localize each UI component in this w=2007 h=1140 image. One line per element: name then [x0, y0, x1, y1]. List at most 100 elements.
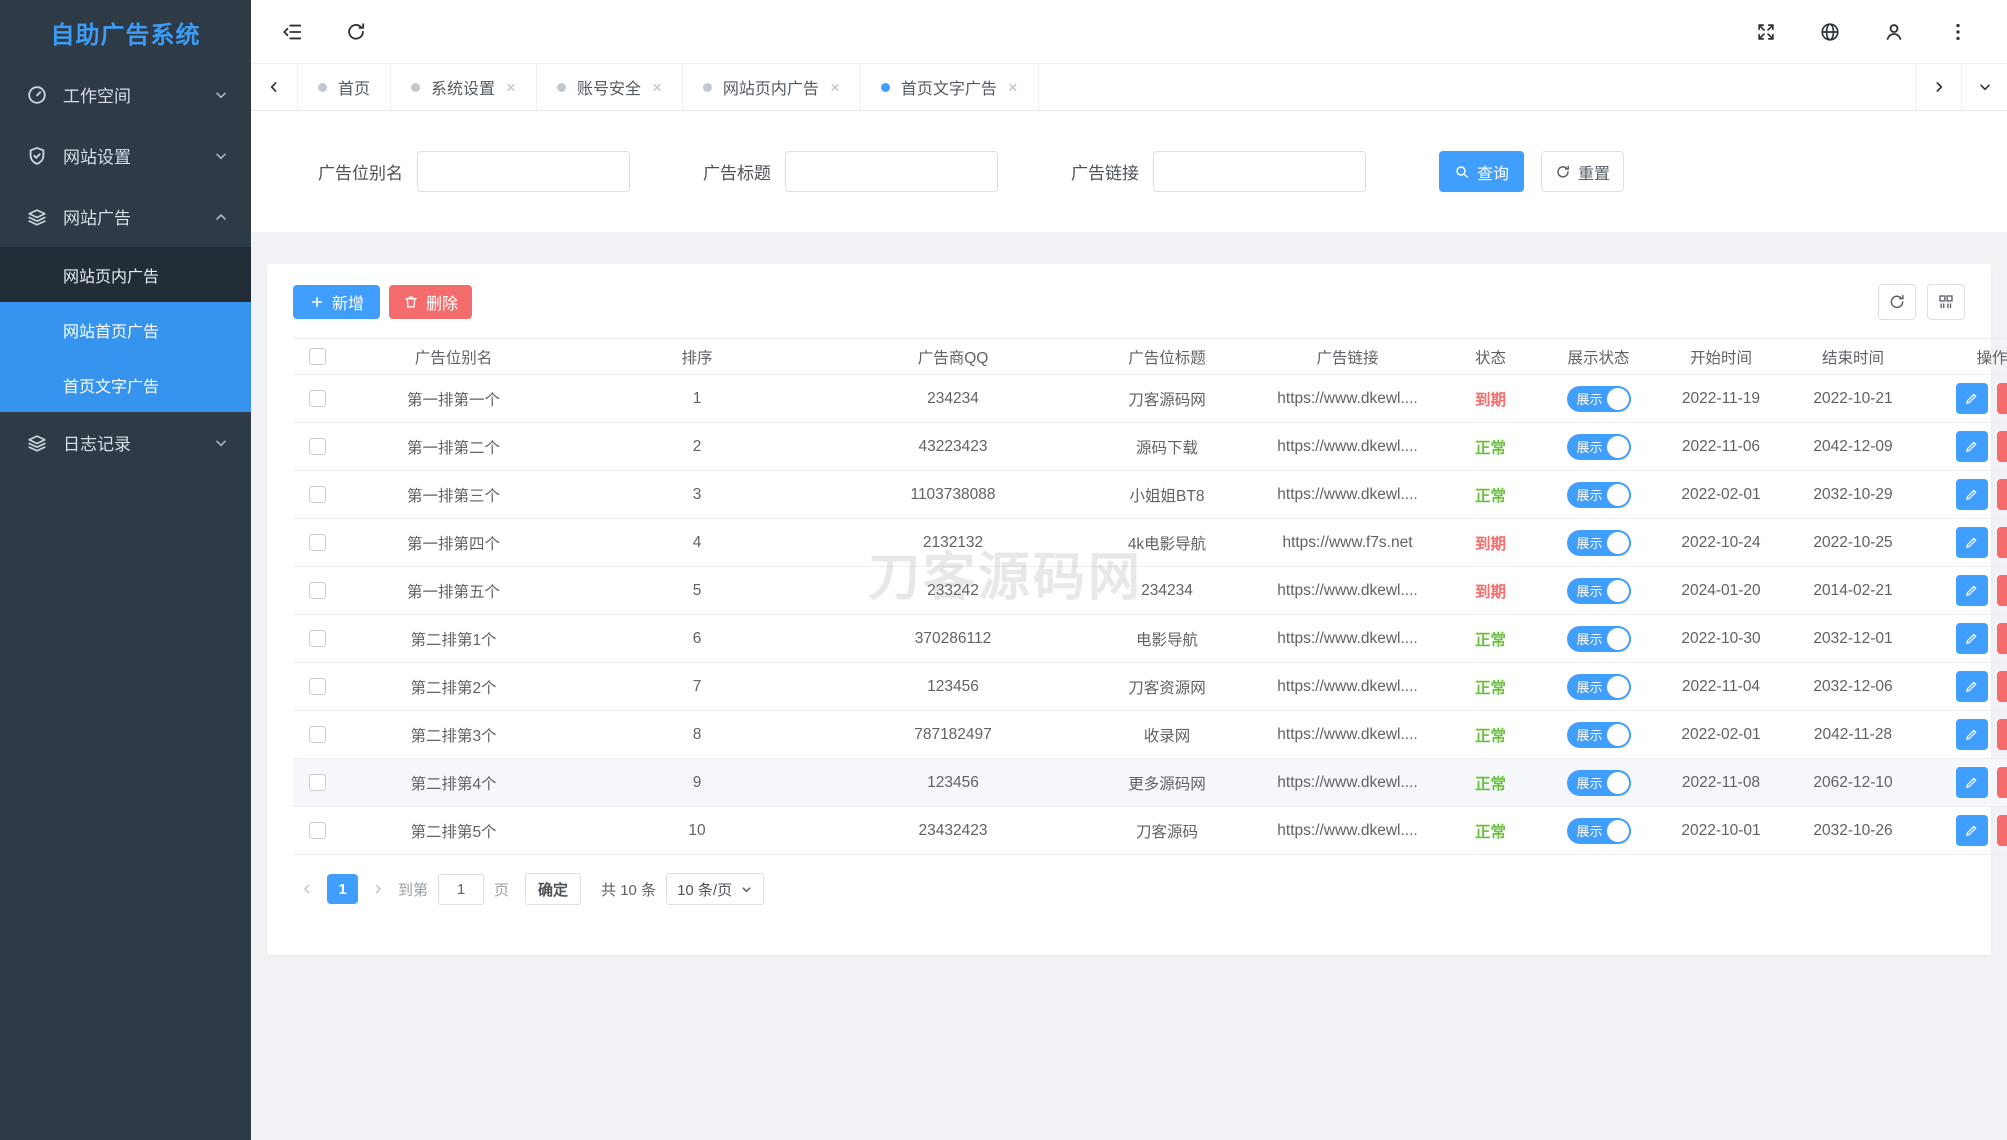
tab[interactable]: 网站页内广告: [683, 64, 861, 110]
tab-close-icon[interactable]: [830, 79, 840, 96]
query-button[interactable]: 查询: [1439, 151, 1524, 192]
cell-start-date: 2022-11-06: [1655, 423, 1787, 471]
collapse-sidebar-icon[interactable]: [281, 20, 305, 44]
plus-icon: [309, 294, 325, 310]
fullscreen-icon[interactable]: [1755, 20, 1779, 44]
delete-button[interactable]: [1997, 671, 2007, 702]
row-checkbox[interactable]: [309, 486, 326, 503]
add-button[interactable]: 新增: [293, 285, 380, 319]
tab-close-icon[interactable]: [652, 79, 662, 96]
delete-button[interactable]: [1997, 527, 2007, 558]
cell-title: 更多源码网: [1078, 759, 1256, 807]
tab-close-icon[interactable]: [1008, 79, 1018, 96]
edit-button[interactable]: [1956, 527, 1988, 558]
edit-button[interactable]: [1956, 575, 1988, 606]
sidebar-item[interactable]: 日志记录: [0, 412, 251, 473]
cell-ad-name: 第一排第五个: [341, 567, 566, 615]
cell-ad-name: 第一排第一个: [341, 375, 566, 423]
toggle-label: 展示: [1577, 629, 1603, 648]
display-toggle[interactable]: 展示: [1567, 626, 1631, 652]
reset-button[interactable]: 重置: [1541, 151, 1624, 192]
delete-button[interactable]: [1997, 431, 2007, 462]
delete-button[interactable]: [1997, 623, 2007, 654]
cell-end-date: 2032-12-01: [1787, 615, 1919, 663]
sidebar-subitem[interactable]: 网站首页广告: [0, 302, 251, 357]
tab[interactable]: 账号安全: [537, 64, 683, 110]
edit-button[interactable]: [1956, 719, 1988, 750]
row-checkbox[interactable]: [309, 726, 326, 743]
row-checkbox[interactable]: [309, 774, 326, 791]
bulk-delete-button[interactable]: 删除: [389, 285, 472, 319]
tab[interactable]: 首页文字广告: [861, 64, 1039, 110]
sidebar-item[interactable]: 网站设置: [0, 125, 251, 186]
chevron-icon: [213, 148, 229, 164]
edit-button[interactable]: [1956, 479, 1988, 510]
cell-title: 小姐姐BT8: [1078, 471, 1256, 519]
sidebar-item[interactable]: 网站广告: [0, 186, 251, 247]
display-toggle[interactable]: 展示: [1567, 722, 1631, 748]
display-toggle[interactable]: 展示: [1567, 482, 1631, 508]
sidebar-item[interactable]: 工作空间: [0, 64, 251, 125]
display-toggle[interactable]: 展示: [1567, 386, 1631, 412]
tab-close-icon[interactable]: [506, 79, 516, 96]
tab-dot-icon: [318, 83, 327, 92]
display-toggle[interactable]: 展示: [1567, 818, 1631, 844]
edit-button[interactable]: [1956, 767, 1988, 798]
delete-button[interactable]: [1997, 815, 2007, 846]
reset-button-label: 重置: [1578, 160, 1610, 184]
edit-button[interactable]: [1956, 431, 1988, 462]
display-toggle[interactable]: 展示: [1567, 674, 1631, 700]
delete-button[interactable]: [1997, 383, 2007, 414]
row-checkbox[interactable]: [309, 582, 326, 599]
table-row: 第二排第5个 10 23432423 刀客源码 https://www.dkew…: [293, 807, 2007, 855]
edit-button[interactable]: [1956, 623, 1988, 654]
cell-sort: 7: [566, 663, 828, 711]
page-number-button[interactable]: 1: [327, 874, 358, 904]
row-checkbox[interactable]: [309, 390, 326, 407]
refresh-icon[interactable]: [345, 20, 369, 44]
prev-page-button[interactable]: [293, 874, 321, 904]
delete-button[interactable]: [1997, 479, 2007, 510]
table-row: 第二排第1个 6 370286112 电影导航 https://www.dkew…: [293, 615, 2007, 663]
row-checkbox[interactable]: [309, 534, 326, 551]
edit-button[interactable]: [1956, 815, 1988, 846]
next-page-button[interactable]: [364, 874, 392, 904]
sidebar-subitem[interactable]: 网站页内广告: [0, 247, 251, 302]
display-toggle[interactable]: 展示: [1567, 578, 1631, 604]
page-size-select[interactable]: 10 条/页: [666, 873, 764, 905]
edit-button[interactable]: [1956, 671, 1988, 702]
tab[interactable]: 系统设置: [391, 64, 537, 110]
display-toggle[interactable]: 展示: [1567, 530, 1631, 556]
tabs-menu-button[interactable]: [1961, 64, 2007, 110]
display-toggle[interactable]: 展示: [1567, 434, 1631, 460]
row-checkbox[interactable]: [309, 678, 326, 695]
edit-button[interactable]: [1956, 383, 1988, 414]
tabs-scroll-right-button[interactable]: [1915, 64, 1961, 110]
delete-button[interactable]: [1997, 767, 2007, 798]
delete-button[interactable]: [1997, 575, 2007, 606]
cell-end-date: 2022-10-25: [1787, 519, 1919, 567]
column-settings-button[interactable]: [1927, 284, 1965, 320]
delete-button[interactable]: [1997, 719, 2007, 750]
search-input[interactable]: [1153, 151, 1366, 192]
tab[interactable]: 首页: [297, 64, 391, 110]
confirm-page-button[interactable]: 确定: [525, 873, 581, 905]
globe-icon[interactable]: [1819, 20, 1843, 44]
user-icon[interactable]: [1883, 20, 1907, 44]
search-input[interactable]: [417, 151, 630, 192]
refresh-table-button[interactable]: [1878, 284, 1916, 320]
row-checkbox[interactable]: [309, 438, 326, 455]
row-checkbox[interactable]: [309, 630, 326, 647]
status-badge: 到期: [1475, 584, 1506, 601]
goto-page-input[interactable]: [438, 874, 484, 905]
tabs-scroll-left-button[interactable]: [251, 64, 297, 110]
pencil-icon: [1964, 391, 1979, 406]
display-toggle[interactable]: 展示: [1567, 770, 1631, 796]
chevron-left-icon: [300, 882, 314, 896]
row-checkbox[interactable]: [309, 822, 326, 839]
search-input[interactable]: [785, 151, 998, 192]
columns-grid-icon: [1937, 293, 1955, 311]
more-icon[interactable]: [1947, 20, 1971, 44]
select-all-checkbox[interactable]: [309, 348, 326, 365]
sidebar-subitem[interactable]: 首页文字广告: [0, 357, 251, 412]
